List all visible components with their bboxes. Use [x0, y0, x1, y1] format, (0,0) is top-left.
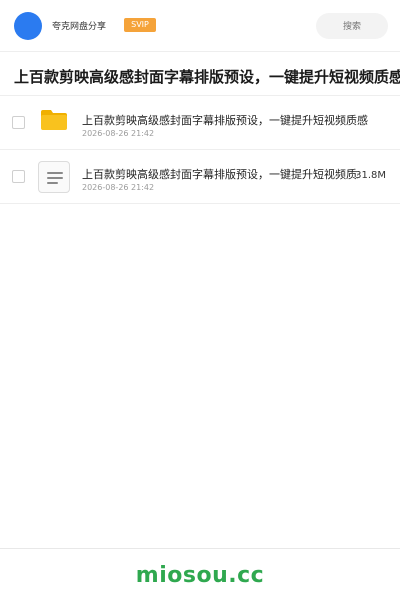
avatar[interactable]: [14, 12, 42, 40]
file-name[interactable]: 上百款剪映高级感封面字幕排版预设，一键提升短视频质感: [82, 166, 358, 182]
page-title: 上百款剪映高级感封面字幕排版预设，一键提升短视频质感: [14, 68, 400, 86]
select-checkbox[interactable]: [12, 116, 25, 129]
header: 夸克网盘分享 SVIP: [0, 0, 400, 52]
brand-name: 夸克网盘分享: [52, 22, 107, 32]
svip-badge: SVIP: [124, 18, 156, 32]
file-size: 31.8M: [355, 170, 386, 181]
file-date: 2026-08-26 21:42: [82, 183, 155, 192]
file-date: 2026-08-26 21:42: [82, 129, 155, 138]
search-input[interactable]: [316, 13, 388, 39]
footer-logo[interactable]: miosou.cc: [0, 563, 400, 588]
list-item[interactable]: 上百款剪映高级感封面字幕排版预设，一键提升短视频质感 2026-08-26 21…: [0, 150, 400, 204]
document-icon: [38, 161, 70, 193]
file-name[interactable]: 上百款剪映高级感封面字幕排版预设，一键提升短视频质感: [82, 112, 368, 128]
list-item[interactable]: 上百款剪映高级感封面字幕排版预设，一键提升短视频质感 2026-08-26 21…: [0, 96, 400, 150]
footer: miosou.cc: [0, 548, 400, 600]
folder-icon: [41, 110, 67, 130]
select-checkbox[interactable]: [12, 170, 25, 183]
share-title-bar: 上百款剪映高级感封面字幕排版预设，一键提升短视频质感: [0, 52, 400, 96]
page: 夸克网盘分享 SVIP 上百款剪映高级感封面字幕排版预设，一键提升短视频质感 上…: [0, 0, 400, 600]
